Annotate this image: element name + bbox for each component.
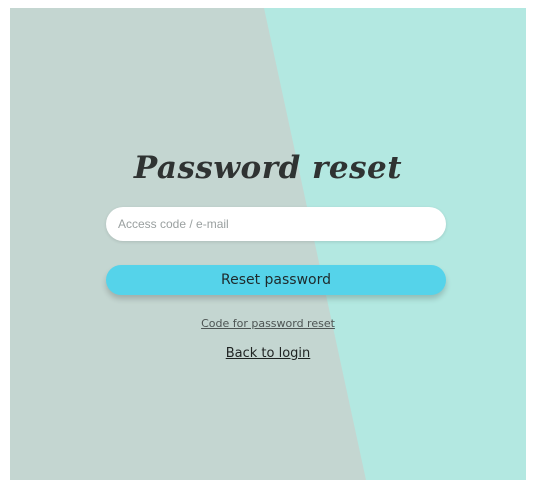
back-to-login-link[interactable]: Back to login <box>226 346 311 361</box>
page-title: Password reset <box>133 150 403 186</box>
reset-password-button[interactable]: Reset password <box>106 265 446 295</box>
page: Password reset Reset password Code for p… <box>0 0 536 480</box>
background-split <box>10 8 526 480</box>
email-field-wrapper <box>106 207 446 241</box>
back-link-row: Back to login <box>10 346 526 361</box>
access-code-email-input[interactable] <box>106 207 446 241</box>
reset-panel: Password reset Reset password Code for p… <box>10 8 526 480</box>
code-for-password-reset-link[interactable]: Code for password reset <box>201 317 335 330</box>
code-link-row: Code for password reset <box>10 317 526 330</box>
